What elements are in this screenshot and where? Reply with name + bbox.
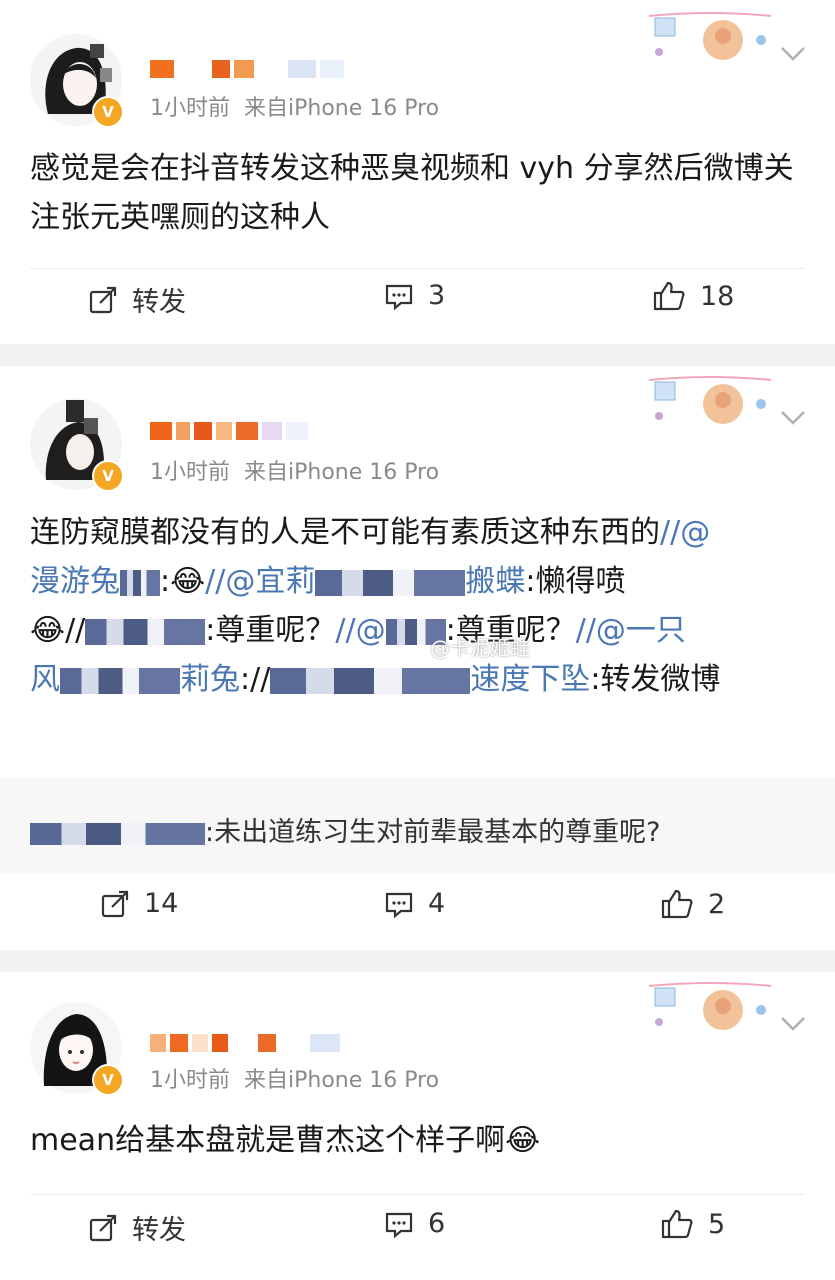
repost-label: 转发: [132, 1215, 186, 1246]
like-button[interactable]: 2: [660, 888, 725, 920]
mention-link[interactable]: //@一只: [576, 613, 686, 648]
post-card: V 1小时前 来自iPhone 16 Pro 连防窥膜都没有的人是不可能有素质这种…: [0, 366, 835, 950]
repost-icon: [101, 890, 129, 917]
mention-link[interactable]: 莉兔: [180, 662, 240, 697]
post-card: V 1小时前 来自iPhone 16 Pro 感觉是会在抖音转发这种恶臭视频和 v…: [0, 0, 835, 344]
avatar[interactable]: V: [30, 34, 124, 128]
text-segment: :转发微博: [590, 662, 721, 697]
laugh-emoji-icon: 😂: [30, 613, 66, 648]
repost-button[interactable]: 14: [100, 888, 178, 919]
text-segment: :懒得喷: [525, 564, 626, 599]
divider: [30, 1194, 805, 1195]
decoration-sticker-icon: [648, 376, 772, 424]
post-text: mean给基本盘就是曹杰这个样子啊😂: [30, 1116, 805, 1165]
post-source: 来自iPhone 16 Pro: [244, 460, 440, 485]
like-count: 18: [700, 280, 735, 312]
avatar[interactable]: V: [30, 1002, 124, 1096]
repost-count: 14: [144, 888, 179, 919]
post-text-body: mean给基本盘就是曹杰这个样子啊: [30, 1123, 506, 1158]
post-text: 连防窥膜都没有的人是不可能有素质这种东西的//@ 漫游兔:😂//@宜莉 搬蝶:懒得喷…: [30, 508, 805, 704]
like-button[interactable]: 18: [652, 280, 734, 312]
like-count: 5: [708, 1208, 726, 1240]
comment-count: 6: [428, 1208, 446, 1239]
laugh-emoji-icon: 😂: [170, 564, 206, 599]
mention-link[interactable]: //@宜莉: [205, 564, 315, 599]
comment-button[interactable]: 6: [384, 1208, 445, 1239]
post-actions: 转发 6 5: [0, 1208, 835, 1258]
post-time: 1小时前: [150, 460, 230, 485]
like-button[interactable]: 5: [660, 1208, 725, 1240]
laugh-emoji-icon: 😂: [505, 1123, 541, 1158]
post-time: 1小时前: [150, 1068, 230, 1093]
text-segment: //: [65, 613, 86, 648]
verified-badge-icon: V: [92, 460, 124, 492]
post-card: V 1小时前 来自iPhone 16 Pro mean给基本盘就是曹杰这个样子啊😂…: [0, 972, 835, 1280]
mention-link[interactable]: //@: [660, 515, 710, 550]
mosaic-blur: [30, 822, 205, 845]
thumbs-up-icon: [661, 889, 693, 919]
mosaic-blur: [120, 569, 160, 596]
comment-icon: [385, 284, 413, 310]
repost-icon: [89, 1214, 117, 1241]
mention-link[interactable]: //@: [335, 613, 385, 648]
chevron-down-icon[interactable]: [779, 1014, 807, 1034]
verified-badge-icon: V: [92, 96, 124, 128]
text-segment: ://: [240, 662, 271, 697]
post-source: 来自iPhone 16 Pro: [244, 1068, 440, 1093]
post-text: 感觉是会在抖音转发这种恶臭视频和 vyh 分享然后微博关注张元英嘿厕的这种人: [30, 151, 794, 235]
post-time: 1小时前: [150, 96, 230, 121]
mosaic-blur: [315, 569, 466, 596]
quote-text: :未出道练习生对前辈最基本的尊重呢?: [205, 817, 661, 848]
post-meta: 1小时前 来自iPhone 16 Pro: [150, 1062, 439, 1094]
mention-link[interactable]: 速度下坠: [470, 662, 590, 697]
repost-button[interactable]: 转发: [88, 1208, 186, 1247]
comment-count: 4: [428, 888, 446, 919]
mosaic-blur: [270, 667, 471, 694]
repost-button[interactable]: 转发: [88, 280, 186, 319]
post-meta: 1小时前 来自iPhone 16 Pro: [150, 454, 439, 486]
nickname-mosaic[interactable]: [150, 1030, 340, 1056]
nickname-mosaic[interactable]: [150, 56, 344, 82]
original-post-box[interactable]: :未出道练习生对前辈最基本的尊重呢?: [0, 778, 835, 874]
thumbs-up-icon: [653, 281, 685, 311]
verified-badge-icon: V: [92, 1064, 124, 1096]
post-source: 来自iPhone 16 Pro: [244, 96, 440, 121]
mosaic-blur: [60, 667, 180, 694]
comment-button[interactable]: 3: [384, 280, 445, 311]
mosaic-blur: [85, 618, 206, 645]
avatar[interactable]: V: [30, 398, 124, 492]
comment-icon: [385, 892, 413, 918]
watermark: @卡泥姬蛙: [430, 636, 530, 660]
comment-button[interactable]: 4: [384, 888, 445, 919]
like-count: 2: [708, 888, 726, 920]
mention-link[interactable]: 漫游兔: [30, 564, 120, 599]
text-segment: :: [160, 564, 171, 599]
original-post-text: :未出道练习生对前辈最基本的尊重呢?: [30, 810, 805, 849]
nickname-mosaic[interactable]: [150, 418, 308, 444]
decoration-sticker-icon: [648, 982, 772, 1030]
decoration-sticker-icon: [648, 12, 772, 60]
chevron-down-icon[interactable]: [779, 408, 807, 428]
text-segment: 连防窥膜都没有的人是不可能有素质这种东西的: [30, 515, 660, 550]
mention-link[interactable]: 搬蝶: [465, 564, 525, 599]
mention-link[interactable]: 风: [30, 662, 60, 697]
divider: [30, 268, 805, 269]
comment-icon: [385, 1212, 413, 1238]
post-meta: 1小时前 来自iPhone 16 Pro: [150, 90, 439, 122]
comment-count: 3: [428, 280, 446, 311]
thumbs-up-icon: [661, 1209, 693, 1239]
text-segment: :尊重呢？: [205, 613, 336, 648]
repost-label: 转发: [132, 287, 186, 318]
post-actions: 转发 3 18: [0, 280, 835, 330]
repost-icon: [89, 286, 117, 313]
post-actions: 14 4 2: [0, 888, 835, 938]
chevron-down-icon[interactable]: [779, 44, 807, 64]
